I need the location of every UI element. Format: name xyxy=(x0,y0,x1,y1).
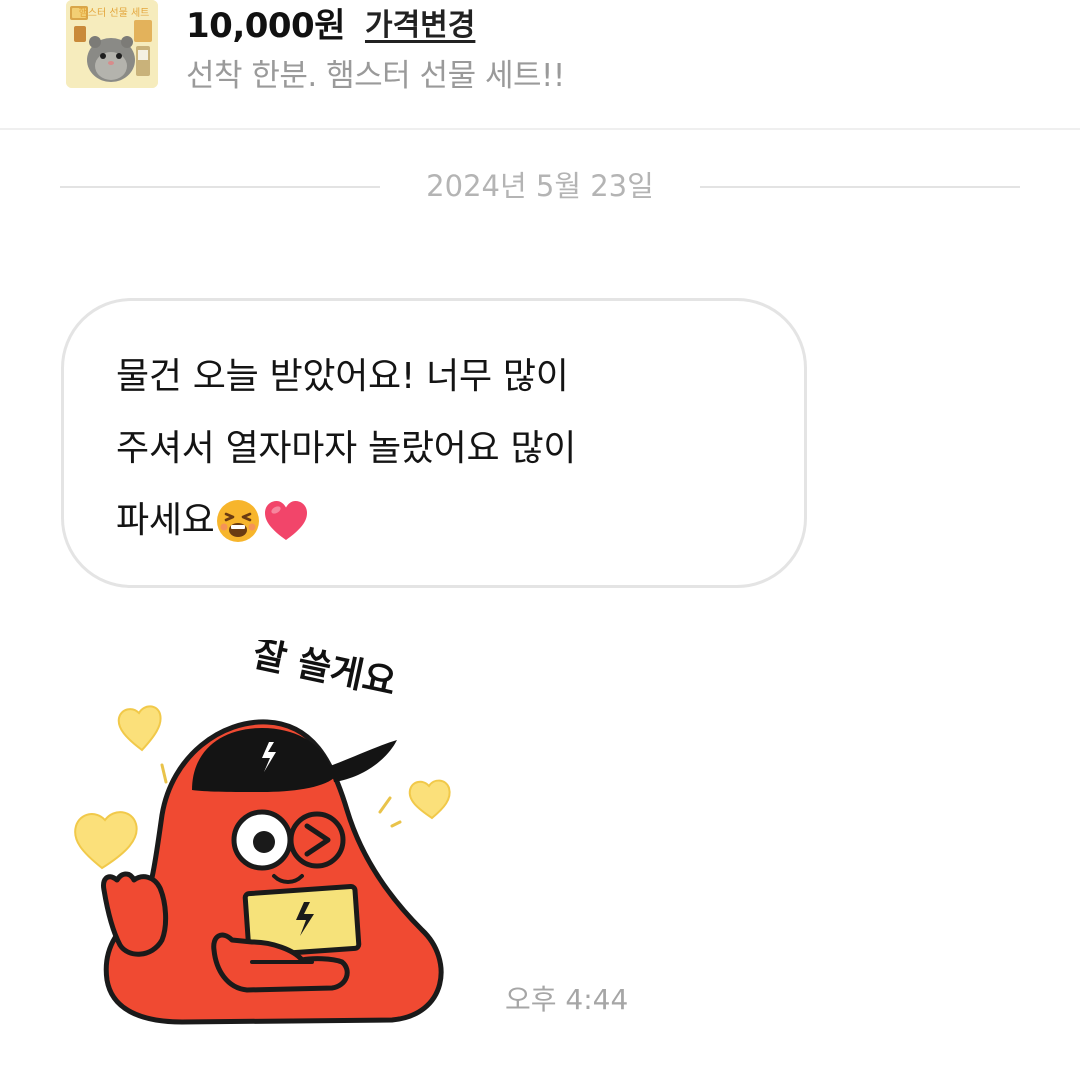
thumbnail-caption: 햄스터 선물 세트 xyxy=(79,6,150,19)
heart-icon xyxy=(74,811,138,870)
chat-screen: 햄스터 선물 세트 10,000원 가격변경 선착 한분. 햄스터 선물 세트!… xyxy=(0,0,1080,1080)
sticker-caption: 잘 쓸게요 xyxy=(249,640,399,704)
product-thumbnail[interactable]: 햄스터 선물 세트 xyxy=(66,0,158,88)
product-price: 10,000원 xyxy=(186,5,345,46)
price-change-link[interactable]: 가격변경 xyxy=(365,0,475,44)
red-heart-emoji-icon xyxy=(262,497,310,545)
product-title: 선착 한분. 햄스터 선물 세트!! xyxy=(186,58,565,94)
message-line-last: 파세요 xyxy=(116,485,754,557)
date-divider: 2024년 5월 23일 xyxy=(60,164,1020,208)
message-line-text: 파세요 xyxy=(116,500,215,541)
divider-line-right xyxy=(700,186,1020,188)
message-line: 주셔서 열자마자 놀랐어요 많이 xyxy=(116,428,577,469)
heart-icon xyxy=(117,705,162,752)
message-line: 물건 오늘 받았어요! 너무 많이 xyxy=(116,356,569,397)
heart-icon xyxy=(408,779,451,820)
sticker-message[interactable]: 잘 쓸게요 xyxy=(62,634,462,1060)
received-message-bubble[interactable]: 물건 오늘 받았어요! 너무 많이 주셔서 열자마자 놀랐어요 많이 파세요 xyxy=(61,298,807,588)
hamster-thumbnail-image: 햄스터 선물 세트 xyxy=(66,0,158,88)
message-timestamp: 오후 4:44 xyxy=(505,983,629,1016)
red-character-sticker-icon: 잘 쓸게요 xyxy=(74,634,451,1025)
tired-face-emoji-icon xyxy=(214,497,262,545)
product-header[interactable]: 햄스터 선물 세트 10,000원 가격변경 선착 한분. 햄스터 선물 세트!… xyxy=(0,0,1080,130)
price-row: 10,000원 가격변경 xyxy=(186,0,475,46)
